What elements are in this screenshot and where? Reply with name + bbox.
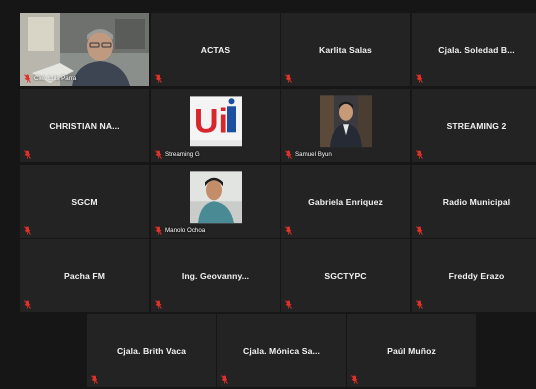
participant-photo bbox=[189, 170, 242, 223]
tile-footer: Manolo Ochoa bbox=[155, 226, 205, 235]
participant-name: Freddy Erazo bbox=[448, 270, 505, 281]
meeting-gallery-grid: Ciel. Luis Parra ACTAS Karlita Salas Cjala.… bbox=[0, 0, 536, 389]
tile-footer bbox=[91, 375, 101, 384]
participant-tile[interactable]: Manolo Ochoa bbox=[151, 165, 280, 238]
participant-tile[interactable]: Samuel Byun bbox=[281, 89, 410, 162]
muted-mic-icon bbox=[24, 150, 31, 159]
muted-mic-icon bbox=[285, 150, 292, 159]
participant-tile[interactable]: Karlita Salas bbox=[281, 13, 410, 86]
tile-footer bbox=[155, 300, 165, 309]
participant-name: Gabriela Enriquez bbox=[308, 196, 383, 207]
tile-footer bbox=[24, 300, 34, 309]
participant-name: Pacha FM bbox=[64, 270, 105, 281]
participant-tile[interactable]: Freddy Erazo bbox=[412, 239, 536, 312]
participant-media bbox=[319, 94, 372, 152]
participant-tile[interactable]: Cjala. Soledad B... bbox=[412, 13, 536, 86]
participant-tile[interactable]: SGCTYPC bbox=[281, 239, 410, 312]
participant-tile[interactable]: Ing. Geovanny... bbox=[151, 239, 280, 312]
muted-mic-icon bbox=[155, 300, 162, 309]
muted-mic-icon bbox=[155, 74, 162, 83]
tile-footer bbox=[285, 226, 295, 235]
tile-footer bbox=[24, 226, 34, 235]
muted-mic-icon bbox=[24, 74, 31, 83]
tile-footer bbox=[416, 74, 426, 83]
tile-footer bbox=[221, 375, 231, 384]
muted-mic-icon bbox=[24, 226, 31, 235]
tile-footer bbox=[416, 226, 426, 235]
muted-mic-icon bbox=[416, 74, 423, 83]
participant-tile[interactable]: Ciel. Luis Parra bbox=[20, 13, 149, 86]
muted-mic-icon bbox=[221, 375, 228, 384]
participant-tile[interactable]: CHRISTIAN NA... bbox=[20, 89, 149, 162]
logo-text: Ui bbox=[194, 102, 228, 140]
tile-footer bbox=[155, 74, 165, 83]
participant-tile[interactable]: Cjala. Mónica Sa... bbox=[217, 314, 346, 387]
participant-name: Ing. Geovanny... bbox=[181, 270, 250, 281]
participant-name: Cjala. Soledad B... bbox=[438, 44, 515, 55]
participant-tile[interactable]: Radio Municipal bbox=[412, 165, 536, 238]
tile-footer: Streaming G bbox=[155, 150, 200, 159]
participant-tile[interactable]: Cjala. Brith Vaca bbox=[87, 314, 216, 387]
tile-footer bbox=[285, 300, 295, 309]
participant-tile[interactable]: Paúl Muñoz bbox=[347, 314, 476, 387]
participant-name: Radio Municipal bbox=[442, 196, 511, 207]
participant-tile[interactable]: STREAMING 2 bbox=[412, 89, 536, 162]
muted-mic-icon bbox=[416, 150, 423, 159]
muted-mic-icon bbox=[416, 226, 423, 235]
participant-label: Samuel Byun bbox=[295, 151, 332, 158]
participant-photo bbox=[319, 94, 372, 147]
muted-mic-icon bbox=[285, 74, 292, 83]
muted-mic-icon bbox=[155, 150, 162, 159]
participant-tile[interactable]: SGCM bbox=[20, 165, 149, 238]
tile-footer bbox=[416, 150, 426, 159]
tile-footer bbox=[285, 74, 295, 83]
tile-footer bbox=[351, 375, 361, 384]
muted-mic-icon bbox=[285, 300, 292, 309]
participant-label: Ciel. Luis Parra bbox=[34, 75, 77, 82]
tile-footer: Samuel Byun bbox=[285, 150, 332, 159]
tile-footer bbox=[24, 150, 34, 159]
participant-name: CHRISTIAN NA... bbox=[49, 120, 120, 131]
participant-name: ACTAS bbox=[200, 44, 231, 55]
muted-mic-icon bbox=[155, 226, 162, 235]
ui-logo: Ui bbox=[189, 95, 242, 146]
participant-name: Karlita Salas bbox=[319, 44, 372, 55]
participant-name: SGCM bbox=[71, 196, 98, 207]
tile-footer bbox=[416, 300, 426, 309]
muted-mic-icon bbox=[351, 375, 358, 384]
participant-media: Ui bbox=[189, 95, 242, 151]
participant-tile[interactable]: ACTAS bbox=[151, 13, 280, 86]
muted-mic-icon bbox=[91, 375, 98, 384]
muted-mic-icon bbox=[416, 300, 423, 309]
participant-name: STREAMING 2 bbox=[446, 120, 507, 131]
participant-media bbox=[189, 170, 242, 228]
muted-mic-icon bbox=[24, 300, 31, 309]
participant-label: Streaming G bbox=[165, 151, 200, 158]
participant-label: Manolo Ochoa bbox=[165, 227, 206, 234]
participant-name: Cjala. Mónica Sa... bbox=[243, 345, 320, 356]
participant-tile[interactable]: Pacha FM bbox=[20, 239, 149, 312]
muted-mic-icon bbox=[285, 226, 292, 235]
tile-footer: Ciel. Luis Parra bbox=[24, 74, 76, 83]
participant-tile[interactable]: Gabriela Enriquez bbox=[281, 165, 410, 238]
participant-name: Paúl Muñoz bbox=[387, 345, 436, 356]
participant-name: Cjala. Brith Vaca bbox=[116, 345, 187, 356]
participant-name: SGCTYPC bbox=[324, 270, 367, 281]
participant-tile[interactable]: Ui Streaming G bbox=[151, 89, 280, 162]
